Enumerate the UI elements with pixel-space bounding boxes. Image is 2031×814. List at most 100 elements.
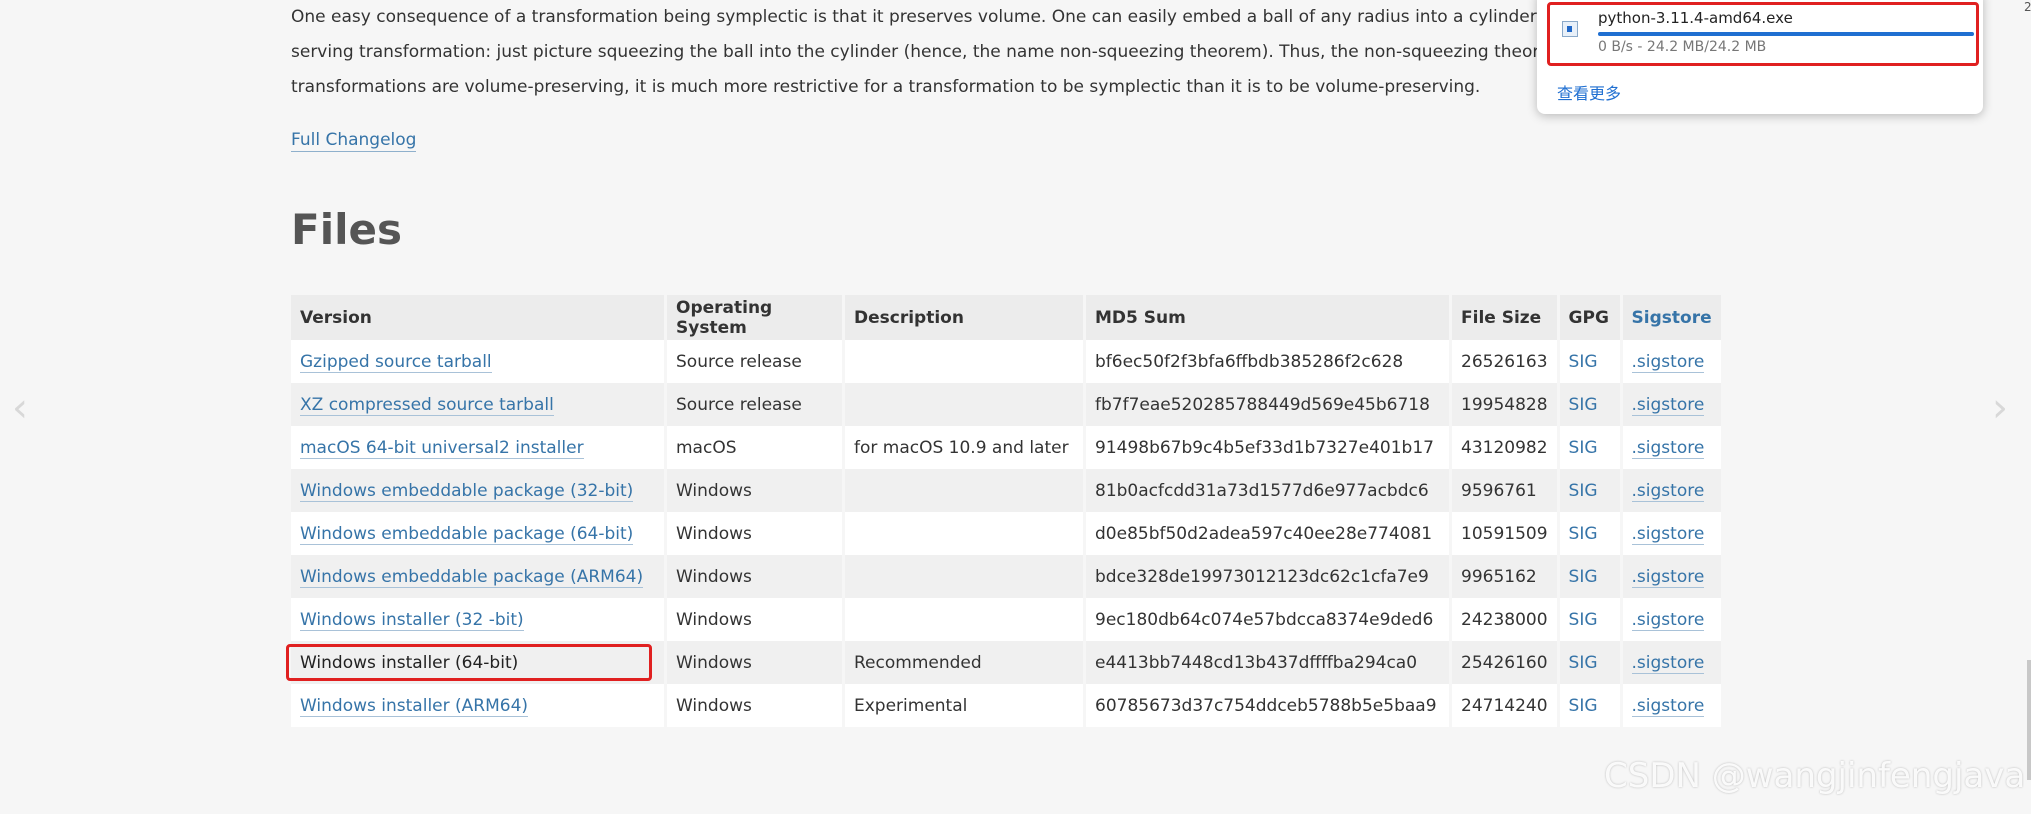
table-row: Windows installer (ARM64) Windows Experi…: [291, 684, 1721, 727]
version-link[interactable]: XZ compressed source tarball: [300, 394, 554, 416]
header-gpg: GPG: [1559, 295, 1620, 340]
size-cell: 10591509: [1452, 512, 1557, 555]
md5-cell: e4413bb7448cd13b437dffffba294ca0: [1086, 641, 1449, 684]
download-progress-fill: [1598, 32, 1974, 36]
size-cell: 24714240: [1452, 684, 1557, 727]
download-progress-bar: [1598, 32, 1974, 36]
sigstore-link[interactable]: .sigstore: [1631, 394, 1705, 416]
download-panel: python-3.11.4-amd64.exe 0 B/s - 24.2 MB/…: [1537, 0, 1983, 114]
table-row: Windows embeddable package (64-bit) Wind…: [291, 512, 1721, 555]
os-cell: Windows: [667, 598, 842, 641]
download-status: 0 B/s - 24.2 MB/24.2 MB: [1598, 39, 1767, 55]
gpg-sig-link[interactable]: SIG: [1569, 567, 1598, 587]
full-changelog-link[interactable]: Full Changelog: [291, 129, 417, 152]
md5-cell: fb7f7eae520285788449d569e45b6718: [1086, 383, 1449, 426]
watermark: CSDN @wangjinfengjava: [1604, 756, 2026, 796]
os-cell: Windows: [667, 512, 842, 555]
size-cell: 9965162: [1452, 555, 1557, 598]
os-cell: Source release: [667, 340, 842, 383]
description-cell: [845, 469, 1083, 512]
gpg-sig-link[interactable]: SIG: [1569, 610, 1598, 630]
header-description: Description: [845, 295, 1083, 340]
size-cell: 26526163: [1452, 340, 1557, 383]
os-cell: Windows: [667, 555, 842, 598]
os-cell: Windows: [667, 469, 842, 512]
table-header-row: Version Operating System Description MD5…: [291, 295, 1721, 340]
table-row-highlighted: Windows installer (64-bit) Windows Recom…: [291, 641, 1721, 684]
size-cell: 19954828: [1452, 383, 1557, 426]
version-link[interactable]: macOS 64-bit universal2 installer: [300, 437, 584, 459]
paragraph-line: One easy consequence of a transformation…: [291, 7, 1551, 27]
sigstore-link[interactable]: .sigstore: [1631, 437, 1705, 459]
header-sigstore[interactable]: Sigstore: [1622, 295, 1721, 340]
version-link[interactable]: Windows installer (ARM64): [300, 695, 529, 717]
md5-cell: 9ec180db64c074e57bdcca8374e9ded6: [1086, 598, 1449, 641]
gpg-sig-link[interactable]: SIG: [1569, 481, 1598, 501]
sigstore-header-link[interactable]: Sigstore: [1632, 308, 1712, 328]
description-cell: [845, 555, 1083, 598]
gpg-sig-link[interactable]: SIG: [1569, 395, 1598, 415]
description-cell: [845, 340, 1083, 383]
sigstore-link[interactable]: .sigstore: [1631, 351, 1705, 373]
download-file-name: python-3.11.4-amd64.exe: [1598, 9, 1793, 27]
md5-cell: 60785673d37c754ddceb5788b5e5baa9: [1086, 684, 1449, 727]
windows-installer-64bit-link[interactable]: Windows installer (64-bit): [300, 653, 518, 673]
sigstore-link[interactable]: .sigstore: [1631, 566, 1705, 588]
corner-mark: 2: [2024, 0, 2031, 14]
md5-cell: 81b0acfcdd31a73d1577d6e977acbdc6: [1086, 469, 1449, 512]
table-row: Windows embeddable package (ARM64) Windo…: [291, 555, 1721, 598]
table-row: Windows installer (32 -bit) Windows 9ec1…: [291, 598, 1721, 641]
header-os: Operating System: [667, 295, 842, 340]
description-cell: Recommended: [845, 641, 1083, 684]
gpg-sig-link[interactable]: SIG: [1569, 524, 1598, 544]
os-cell: Windows: [667, 641, 842, 684]
sigstore-link[interactable]: .sigstore: [1631, 652, 1705, 674]
size-cell: 43120982: [1452, 426, 1557, 469]
intro-paragraph: One easy consequence of a transformation…: [291, 0, 1551, 105]
version-link[interactable]: Windows embeddable package (ARM64): [300, 566, 644, 588]
chevron-left-icon[interactable]: ‹: [12, 385, 28, 431]
description-cell: for macOS 10.9 and later: [845, 426, 1083, 469]
files-table: Version Operating System Description MD5…: [288, 295, 1724, 727]
sigstore-link[interactable]: .sigstore: [1631, 523, 1705, 545]
os-cell: Windows: [667, 684, 842, 727]
description-cell: [845, 383, 1083, 426]
download-item[interactable]: python-3.11.4-amd64.exe 0 B/s - 24.2 MB/…: [1547, 2, 1979, 66]
version-link[interactable]: Windows embeddable package (64-bit): [300, 523, 634, 545]
table-row: XZ compressed source tarball Source rele…: [291, 383, 1721, 426]
table-row: macOS 64-bit universal2 installer macOS …: [291, 426, 1721, 469]
description-cell: Experimental: [845, 684, 1083, 727]
table-row: Gzipped source tarball Source release bf…: [291, 340, 1721, 383]
gpg-sig-link[interactable]: SIG: [1569, 696, 1598, 716]
table-row: Windows embeddable package (32-bit) Wind…: [291, 469, 1721, 512]
size-cell: 25426160: [1452, 641, 1557, 684]
os-cell: macOS: [667, 426, 842, 469]
md5-cell: bdce328de19973012123dc62c1cfa7e9: [1086, 555, 1449, 598]
version-link[interactable]: Windows installer (32 -bit): [300, 609, 524, 631]
files-heading: Files: [291, 205, 402, 254]
header-file-size: File Size: [1452, 295, 1557, 340]
gpg-sig-link[interactable]: SIG: [1569, 438, 1598, 458]
os-cell: Source release: [667, 383, 842, 426]
md5-cell: bf6ec50f2f3bfa6ffbdb385286f2c628: [1086, 340, 1449, 383]
sigstore-link[interactable]: .sigstore: [1631, 480, 1705, 502]
size-cell: 9596761: [1452, 469, 1557, 512]
md5-cell: 91498b67b9c4b5ef33d1b7327e401b17: [1086, 426, 1449, 469]
description-cell: [845, 512, 1083, 555]
gpg-sig-link[interactable]: SIG: [1569, 352, 1598, 372]
sigstore-link[interactable]: .sigstore: [1631, 609, 1705, 631]
paragraph-line: transformations are volume-preserving, i…: [291, 77, 1481, 97]
md5-cell: d0e85bf50d2adea597c40ee28e774081: [1086, 512, 1449, 555]
size-cell: 24238000: [1452, 598, 1557, 641]
see-more-link[interactable]: 查看更多: [1557, 80, 1621, 104]
version-link[interactable]: Windows embeddable package (32-bit): [300, 480, 634, 502]
version-link[interactable]: Gzipped source tarball: [300, 351, 492, 373]
file-icon: [1562, 21, 1578, 37]
paragraph-line: serving transformation: just picture squ…: [291, 42, 1551, 62]
gpg-sig-link[interactable]: SIG: [1569, 653, 1598, 673]
sigstore-link[interactable]: .sigstore: [1631, 695, 1705, 717]
scrollbar-thumb[interactable]: [2027, 660, 2031, 780]
chevron-right-icon[interactable]: ›: [1992, 385, 2008, 431]
header-md5: MD5 Sum: [1086, 295, 1449, 340]
description-cell: [845, 598, 1083, 641]
